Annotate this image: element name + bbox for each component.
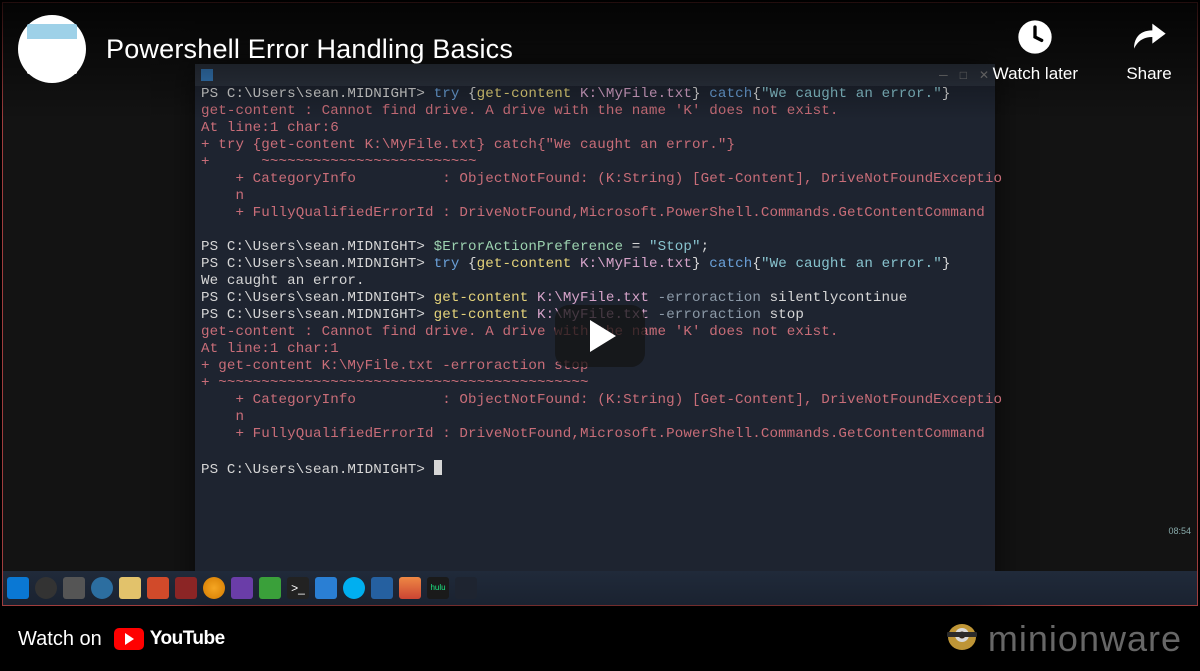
watch-on-label: Watch on xyxy=(18,628,102,651)
app-icon-2[interactable] xyxy=(203,577,225,599)
youtube-label: YouTube xyxy=(150,628,225,650)
channel-avatar[interactable] xyxy=(18,15,86,83)
kw-catch: catch xyxy=(709,86,752,102)
edge-icon[interactable] xyxy=(91,577,113,599)
terminal-icon[interactable]: >_ xyxy=(287,577,309,599)
app-icon-1[interactable] xyxy=(175,577,197,599)
play-icon xyxy=(590,320,616,352)
caught-output: We caught an error. xyxy=(201,273,365,289)
play-button[interactable] xyxy=(555,305,645,367)
share-icon xyxy=(1126,14,1172,60)
kw-try: try xyxy=(434,86,460,102)
explorer-icon[interactable] xyxy=(119,577,141,599)
watch-later-button[interactable]: Watch later xyxy=(993,14,1078,84)
app-icon-5[interactable] xyxy=(399,577,421,599)
app-icon-3[interactable] xyxy=(259,577,281,599)
search-icon[interactable] xyxy=(35,577,57,599)
hulu-icon[interactable]: hulu xyxy=(427,577,449,599)
app-icon-4[interactable] xyxy=(371,577,393,599)
prompt: PS C:\Users\sean.MIDNIGHT> xyxy=(201,86,425,102)
skype-icon[interactable] xyxy=(343,577,365,599)
start-icon[interactable] xyxy=(7,577,29,599)
bottom-bar: Watch on YouTube minionware xyxy=(0,607,1200,671)
brand-name: minionware xyxy=(988,618,1182,660)
terminal-output[interactable]: PS C:\Users\sean.MIDNIGHT> try {get-cont… xyxy=(195,86,995,485)
powershell-task-icon[interactable] xyxy=(455,577,477,599)
error-text: get-content : Cannot find drive. A drive… xyxy=(201,103,838,119)
cursor xyxy=(434,460,442,475)
video-title: Powershell Error Handling Basics xyxy=(106,34,993,65)
taskview-icon[interactable] xyxy=(63,577,85,599)
minion-icon xyxy=(942,619,982,659)
system-tray: 08:54 xyxy=(1168,526,1191,537)
word-icon[interactable] xyxy=(315,577,337,599)
clock-icon xyxy=(1012,14,1058,60)
youtube-icon xyxy=(114,628,144,650)
share-button[interactable]: Share xyxy=(1126,14,1172,84)
clock: 08:54 xyxy=(1168,526,1191,536)
video-header: Powershell Error Handling Basics Watch l… xyxy=(18,14,1182,84)
taskbar[interactable]: >_ hulu xyxy=(3,571,1197,605)
video-player: ─ □ ✕ PS C:\Users\sean.MIDNIGHT> try {ge… xyxy=(0,0,1200,671)
powerpoint-icon[interactable] xyxy=(147,577,169,599)
brand-watermark: minionware xyxy=(942,618,1182,660)
watch-on-youtube-button[interactable]: Watch on YouTube xyxy=(18,628,225,651)
visualstudio-icon[interactable] xyxy=(231,577,253,599)
